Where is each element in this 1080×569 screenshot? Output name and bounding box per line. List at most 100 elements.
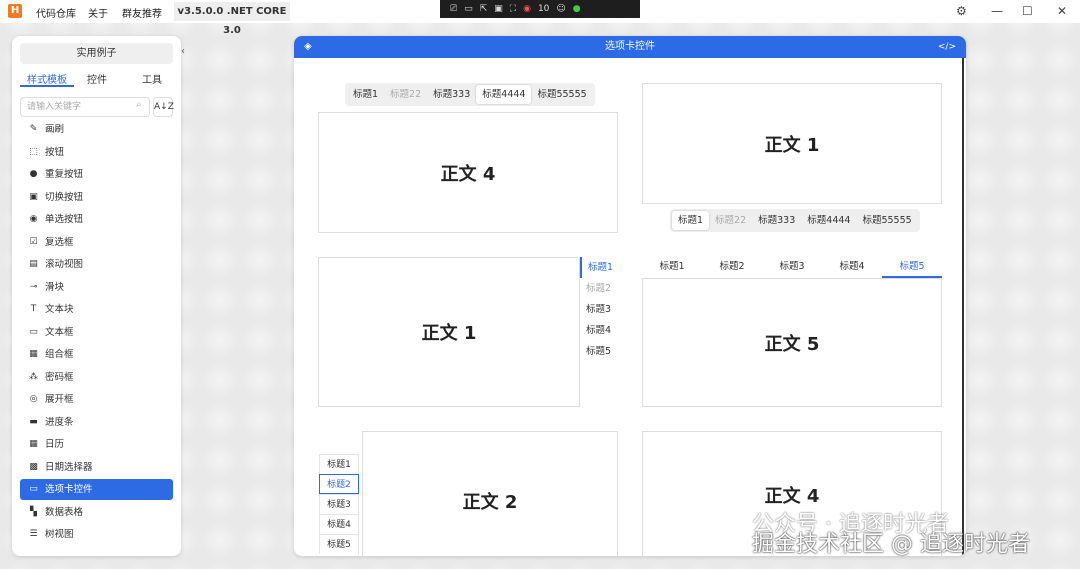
tab[interactable]: 标题5 bbox=[319, 534, 359, 554]
scrollbar[interactable] bbox=[962, 58, 964, 556]
mute-icon[interactable]: ◉ bbox=[523, 4, 531, 14]
collapse-sidebar-icon[interactable]: ‹ bbox=[181, 46, 191, 60]
tab[interactable]: 标题3 bbox=[319, 494, 359, 514]
region-icon[interactable]: ⛶ bbox=[510, 4, 516, 14]
sidebar: 实用例子 样式模板 控件 工具 请输入关键字 ⌕ A↓Z ✎ 画刷 ⬚ 按钮 ● 重复按钮… bbox=[12, 36, 181, 556]
tab-selected[interactable]: 标题5 bbox=[882, 258, 942, 278]
control-icon: ☰ bbox=[29, 529, 38, 539]
search-icon[interactable]: ⌕ bbox=[136, 99, 142, 110]
control-icon: ◎ bbox=[29, 394, 38, 404]
sidebar-item[interactable]: ▣ 切换按钮 bbox=[20, 187, 173, 208]
sidebar-item[interactable]: ⬚ 按钮 bbox=[20, 142, 173, 163]
tab-content: 正文 1 bbox=[318, 257, 580, 407]
control-icon: ● bbox=[29, 169, 38, 179]
sidebar-item[interactable]: ✎ 画刷 bbox=[20, 119, 173, 140]
video-icon[interactable]: ▭ bbox=[464, 4, 473, 14]
control-icon: ▭ bbox=[29, 326, 38, 337]
menu-code-repo[interactable]: 代码仓库 bbox=[36, 5, 76, 20]
window-header: ◈ 选项卡控件 </> bbox=[294, 36, 966, 58]
tab[interactable]: 标题5 bbox=[580, 341, 624, 362]
tab-controls[interactable]: 控件 bbox=[70, 71, 124, 86]
sidebar-item-label: 进度条 bbox=[45, 416, 74, 428]
tab[interactable]: 标题55555 bbox=[856, 211, 917, 230]
tab[interactable]: 标题1 bbox=[319, 454, 359, 474]
menu-recommend[interactable]: 群友推荐 bbox=[122, 5, 162, 20]
sidebar-item[interactable]: T 文本块 bbox=[20, 299, 173, 320]
tab-disabled: 标题22 bbox=[715, 215, 747, 226]
examples-button[interactable]: 实用例子 bbox=[20, 43, 173, 64]
frame-icon[interactable]: ▣ bbox=[494, 4, 503, 14]
tab-style-templates[interactable]: 样式模板 bbox=[20, 71, 74, 87]
sidebar-item-label: 滑块 bbox=[45, 281, 65, 293]
sort-button[interactable]: A↓Z bbox=[153, 97, 174, 117]
tab[interactable]: 标题1 bbox=[642, 258, 702, 278]
tab[interactable]: 标题55555 bbox=[531, 85, 592, 104]
sidebar-item-label: 文本块 bbox=[45, 304, 74, 315]
tab-strip-underline: 标题1 标题2 标题3 标题4 标题5 bbox=[642, 258, 942, 278]
recorder-count: 10 bbox=[537, 4, 550, 14]
tab-strip-right: 标题1 标题2 标题3 标题4 标题5 bbox=[580, 257, 624, 362]
sidebar-item-label: 切换按钮 bbox=[45, 191, 84, 203]
tab-strip-top: 标题1 标题22 标题333 标题4444 标题55555 bbox=[345, 83, 595, 106]
tab-tools[interactable]: 工具 bbox=[125, 71, 179, 86]
tab-selected[interactable]: 标题4444 bbox=[476, 85, 532, 104]
tab[interactable]: 标题3 bbox=[762, 258, 822, 278]
sidebar-item[interactable]: ▭ 选项卡控件 bbox=[20, 479, 173, 500]
accessibility-icon[interactable]: ☺ bbox=[556, 4, 565, 14]
tab-strip-bottom: 标题1 标题22 标题333 标题4444 标题55555 bbox=[670, 209, 920, 232]
control-icon: ▣ bbox=[29, 191, 38, 202]
control-icon: ▦ bbox=[29, 439, 38, 449]
tab[interactable]: 标题333 bbox=[752, 211, 801, 230]
close-button[interactable]: ✕ bbox=[1057, 4, 1067, 18]
tab-content: 正文 1 bbox=[642, 83, 942, 204]
sidebar-item-label: 画刷 bbox=[45, 124, 65, 135]
sidebar-item[interactable]: ▬ 进度条 bbox=[20, 412, 173, 433]
tab-selected[interactable]: 标题1 bbox=[672, 211, 710, 230]
maximize-button[interactable]: ☐ bbox=[1022, 4, 1033, 18]
minimize-button[interactable]: — bbox=[991, 4, 1003, 18]
sidebar-item[interactable]: ▦ 日历 bbox=[20, 434, 173, 455]
sidebar-item[interactable]: ◎ 展开框 bbox=[20, 389, 173, 410]
sidebar-item[interactable]: ▦ 组合框 bbox=[20, 344, 173, 365]
sidebar-item[interactable]: ☑ 复选框 bbox=[20, 232, 173, 253]
tab[interactable]: 标题4 bbox=[580, 320, 624, 341]
pointer-icon[interactable]: ⇱ bbox=[480, 4, 488, 14]
tab[interactable]: 标题4444 bbox=[801, 211, 856, 230]
tab[interactable]: 标题333 bbox=[427, 85, 476, 104]
sidebar-item[interactable]: ▤ 滚动视图 bbox=[20, 254, 173, 275]
control-icon: T bbox=[30, 304, 37, 314]
tab[interactable]: 标题2 bbox=[702, 258, 762, 278]
tab-disabled: 标题22 bbox=[390, 89, 422, 100]
layers-icon: ◈ bbox=[304, 41, 312, 52]
sidebar-item-label: 单选按钮 bbox=[45, 214, 84, 225]
control-icon: ☑ bbox=[29, 236, 38, 247]
tab[interactable]: 标题4 bbox=[319, 514, 359, 534]
gear-icon[interactable]: ⚙ bbox=[956, 4, 967, 18]
tab[interactable]: 标题3 bbox=[580, 299, 624, 320]
tab[interactable]: 标题1 bbox=[347, 85, 384, 104]
tab-disabled: 标题2 bbox=[586, 283, 612, 294]
sidebar-item[interactable]: ☰ 树视图 bbox=[20, 524, 173, 545]
check-icon[interactable]: ● bbox=[573, 4, 581, 14]
control-icon: ⁂ bbox=[29, 371, 38, 382]
sidebar-item[interactable]: ⊸ 滑块 bbox=[20, 277, 173, 298]
sidebar-item-label: 滚动视图 bbox=[45, 259, 84, 270]
capture-icon[interactable]: ⎚ bbox=[450, 4, 457, 14]
tab[interactable]: 标题4 bbox=[822, 258, 882, 278]
code-icon[interactable]: </> bbox=[938, 36, 956, 58]
search-input[interactable]: 请输入关键字 bbox=[20, 97, 150, 117]
tab-selected[interactable]: 标题2 bbox=[319, 474, 359, 494]
sidebar-item[interactable]: ⁂ 密码框 bbox=[20, 367, 173, 388]
watermark-line2: 掘金技术社区 @ 追逐时光者 bbox=[752, 532, 1030, 557]
sidebar-item[interactable]: ▩ 日期选择器 bbox=[20, 457, 173, 478]
menu-about[interactable]: 关于 bbox=[88, 5, 108, 20]
sidebar-item[interactable]: ▭ 文本框 bbox=[20, 322, 173, 343]
sidebar-item-label: 组合框 bbox=[45, 349, 74, 360]
tab-selected[interactable]: 标题1 bbox=[580, 257, 624, 278]
sidebar-item-label: 日期选择器 bbox=[45, 461, 93, 473]
sidebar-item[interactable]: ◉ 单选按钮 bbox=[20, 209, 173, 230]
tab-content: 正文 2 bbox=[362, 431, 618, 556]
sidebar-item[interactable]: ● 重复按钮 bbox=[20, 164, 173, 185]
sidebar-item[interactable]: ▚ 数据表格 bbox=[20, 502, 173, 523]
sidebar-item-label: 数据表格 bbox=[45, 506, 84, 518]
